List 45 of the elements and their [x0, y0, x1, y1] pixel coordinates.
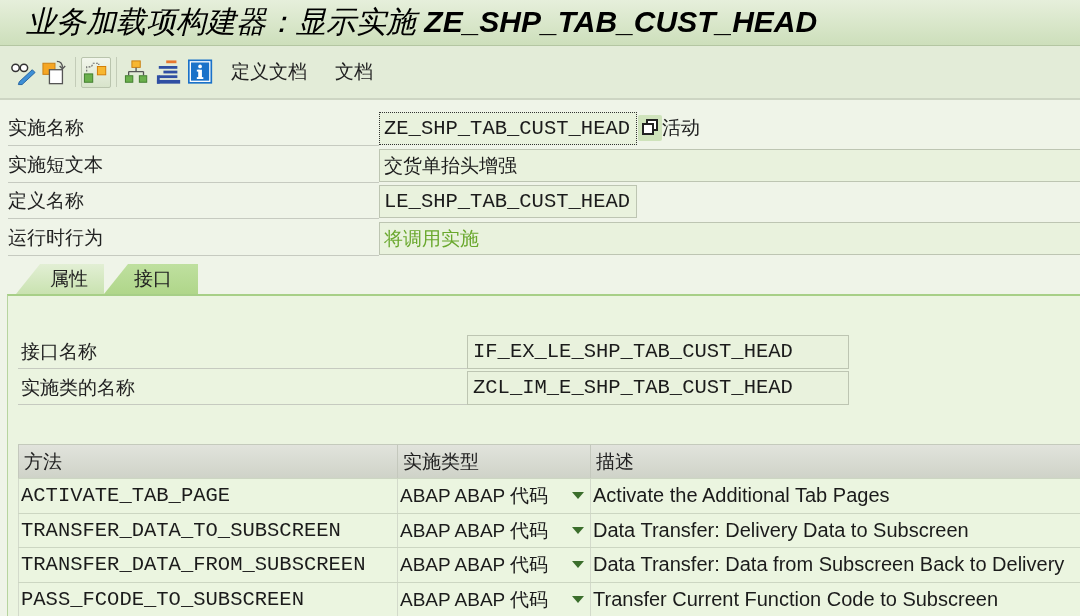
description-cell: Data Transfer: Data from Subscreen Back to Delivery	[590, 548, 1080, 582]
input-field[interactable]: LE_SHP_TAB_CUST_HEAD	[379, 185, 637, 218]
type-text: ABAP ABAP 代码	[400, 587, 550, 612]
type-text: ABAP ABAP 代码	[400, 553, 550, 578]
method-cell: TRANSFER_DATA_FROM_SUBSCREEN	[18, 548, 397, 582]
description-cell: Activate the Additional Tab Pages	[590, 479, 1080, 513]
field-label: 运行时行为	[8, 220, 379, 256]
dropdown-caret-icon[interactable]	[572, 561, 584, 569]
overlapping-squares-icon[interactable]	[638, 115, 662, 141]
dropdown-cell[interactable]: ABAP ABAP 代码	[397, 548, 590, 582]
column-header[interactable]: 方法	[18, 445, 397, 478]
method-cell: PASS_FCODE_TO_SUBSCREEN	[18, 582, 397, 616]
type-text: ABAP ABAP 代码	[400, 518, 550, 543]
field-label: 实施短文本	[8, 147, 379, 183]
input-field[interactable]: ZE_SHP_TAB_CUST_HEAD	[379, 112, 637, 145]
input-field[interactable]: IF_EX_LE_SHP_TAB_CUST_HEAD	[467, 335, 849, 369]
field-label: 定义名称	[8, 184, 379, 219]
toolbar-text-button[interactable]: 文档	[333, 57, 375, 87]
field-label: 实施名称	[8, 111, 379, 146]
description-cell: Data Transfer: Delivery Data to Subscreen	[590, 513, 1080, 547]
column-header[interactable]: 实施类型	[397, 445, 590, 478]
stacked-lines-icon	[156, 58, 182, 86]
tab[interactable]: 属性	[16, 264, 104, 294]
input-field[interactable]: 交货单抬头增强	[379, 148, 1080, 182]
dropdown-caret-icon[interactable]	[572, 595, 584, 603]
dropdown-cell[interactable]: ABAP ABAP 代码	[397, 479, 590, 513]
method-cell: TRANSFER_DATA_TO_SUBSCREEN	[18, 513, 397, 547]
description-cell: Transfer Current Function Code to Subscreen	[590, 582, 1080, 616]
field-label: 接口名称	[18, 335, 467, 369]
status-text: 活动	[662, 116, 700, 140]
column-header[interactable]: 描述	[590, 445, 1080, 478]
dropdown-cell[interactable]: ABAP ABAP 代码	[397, 513, 590, 547]
field-label: 实施类的名称	[18, 371, 467, 405]
hierarchy-icon	[124, 58, 150, 86]
method-cell: ACTIVATE_TAB_PAGE	[18, 479, 397, 513]
tab[interactable]: 接口	[104, 264, 198, 294]
dropdown-cell[interactable]: ABAP ABAP 代码	[397, 582, 590, 616]
dropdown-caret-icon[interactable]	[572, 492, 584, 500]
copy-squares-icon	[42, 58, 68, 86]
input-field[interactable]: ZCL_IM_E_SHP_TAB_CUST_HEAD	[467, 371, 849, 405]
info-icon	[188, 58, 214, 86]
toolbar-text-button[interactable]: 定义文档	[229, 57, 309, 87]
type-text: ABAP ABAP 代码	[400, 484, 550, 509]
dropdown-caret-icon[interactable]	[572, 526, 584, 534]
window-title: 业务加载项构建器：显示实施 ZE_SHP_TAB_CUST_HEAD	[26, 4, 818, 40]
